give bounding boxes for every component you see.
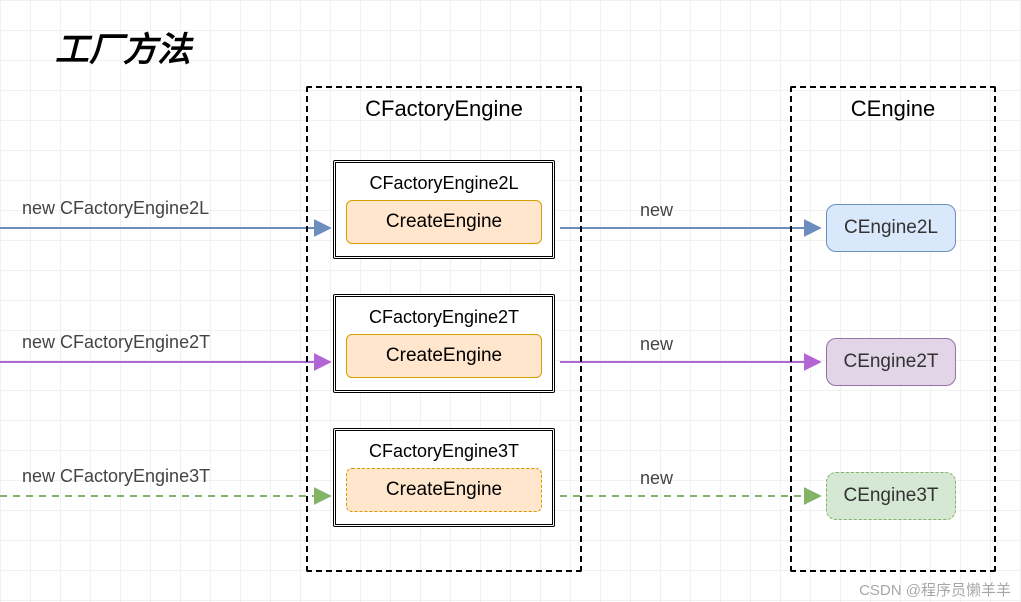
factory-3t: CFactoryEngine3T CreateEngine <box>333 428 555 527</box>
engine-2l: CEngine2L <box>826 204 956 252</box>
factory-2t-method: CreateEngine <box>346 334 542 378</box>
factory-container-header: CFactoryEngine <box>308 88 580 134</box>
engine-3t: CEngine3T <box>826 472 956 520</box>
arrow-label-new-engine-2l: new <box>640 200 673 221</box>
factory-2t: CFactoryEngine2T CreateEngine <box>333 294 555 393</box>
arrow-label-new-engine-2t: new <box>640 334 673 355</box>
arrow-label-new-factory-2l: new CFactoryEngine2L <box>22 198 209 219</box>
engine-container-header: CEngine <box>792 88 994 134</box>
factory-3t-header: CFactoryEngine3T <box>346 437 542 468</box>
factory-2l-method: CreateEngine <box>346 200 542 244</box>
factory-3t-method: CreateEngine <box>346 468 542 512</box>
watermark: CSDN @程序员懒羊羊 <box>859 579 1011 600</box>
factory-2l-header: CFactoryEngine2L <box>346 169 542 200</box>
engine-2t: CEngine2T <box>826 338 956 386</box>
arrow-label-new-factory-3t: new CFactoryEngine3T <box>22 466 210 487</box>
diagram-title: 工厂方法 <box>55 22 191 71</box>
arrow-label-new-engine-3t: new <box>640 468 673 489</box>
factory-2t-header: CFactoryEngine2T <box>346 303 542 334</box>
arrow-label-new-factory-2t: new CFactoryEngine2T <box>22 332 210 353</box>
factory-2l: CFactoryEngine2L CreateEngine <box>333 160 555 259</box>
